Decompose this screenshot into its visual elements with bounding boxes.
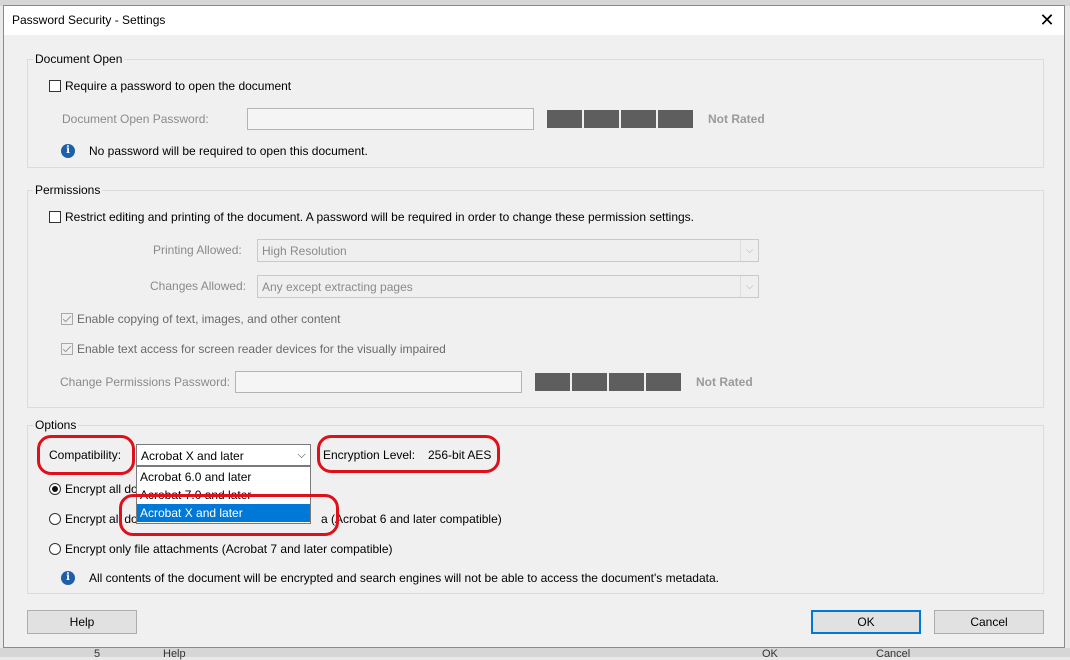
compatibility-dropdown-list: Acrobat 6.0 and later Acrobat 7.0 and la… — [136, 466, 311, 524]
encryption-level-value: 256-bit AES — [428, 448, 492, 462]
enable-copying-checkbox[interactable] — [61, 313, 73, 325]
enable-screenreader-label: Enable text access for screen reader dev… — [77, 342, 446, 356]
restrict-editing-checkbox[interactable] — [49, 211, 61, 223]
change-permissions-password-field[interactable] — [235, 371, 522, 393]
title-bar: Password Security - Settings ✕ — [4, 6, 1064, 35]
changes-allowed-select[interactable]: Any except extracting pages ⌵ — [257, 275, 759, 298]
background-window-bottom: 5 Help OK Cancel — [0, 648, 1070, 660]
chevron-down-icon: ⌵ — [297, 449, 306, 461]
compatibility-option[interactable]: Acrobat 7.0 and later — [137, 486, 310, 504]
enable-screenreader-checkbox[interactable] — [61, 343, 73, 355]
compatibility-value: Acrobat X and later — [141, 449, 244, 463]
background-ok-button: OK — [762, 648, 778, 660]
chevron-down-icon: ⌵ — [740, 240, 758, 261]
encrypt-all-except-metadata-label-start: Encrypt all do — [65, 512, 138, 526]
chevron-down-icon: ⌵ — [740, 276, 758, 297]
help-button[interactable]: Help — [27, 610, 137, 634]
encrypt-all-except-metadata-label-end: a (Acrobat 6 and later compatible) — [321, 512, 502, 526]
enable-copying-label: Enable copying of text, images, and othe… — [77, 312, 341, 326]
options-legend: Options — [33, 418, 79, 432]
info-icon: i — [61, 571, 75, 585]
permissions-password-strength-text: Not Rated — [696, 375, 753, 389]
encrypt-attachments-radio[interactable] — [49, 543, 61, 555]
changes-allowed-value: Any except extracting pages — [262, 280, 413, 294]
encrypt-attachments-label: Encrypt only file attachments (Acrobat 7… — [65, 542, 393, 556]
document-open-password-field[interactable] — [247, 108, 534, 130]
background-number: 5 — [94, 648, 101, 660]
printing-allowed-select[interactable]: High Resolution ⌵ — [257, 239, 759, 262]
require-password-checkbox[interactable] — [49, 80, 61, 92]
ok-button[interactable]: OK — [811, 610, 921, 634]
document-open-legend: Document Open — [33, 52, 125, 66]
cancel-button[interactable]: Cancel — [934, 610, 1044, 634]
document-open-password-label: Document Open Password: — [62, 112, 209, 126]
background-help-button: Help — [163, 648, 186, 660]
compatibility-select[interactable]: Acrobat X and later ⌵ — [136, 444, 311, 466]
encrypt-all-label: Encrypt all do — [65, 482, 138, 496]
compatibility-option-selected[interactable]: Acrobat X and later — [137, 504, 310, 522]
compatibility-label: Compatibility: — [49, 448, 122, 462]
close-icon[interactable]: ✕ — [1036, 9, 1058, 31]
encrypt-all-radio[interactable] — [49, 483, 61, 495]
change-permissions-password-label: Change Permissions Password: — [60, 375, 231, 389]
compatibility-option[interactable]: Acrobat 6.0 and later — [137, 468, 310, 486]
encryption-level-label: Encryption Level: — [323, 448, 416, 462]
dialog-title: Password Security - Settings — [12, 13, 166, 27]
printing-allowed-label: Printing Allowed: — [153, 243, 242, 257]
permissions-password-strength-meter — [535, 373, 681, 391]
require-password-label: Require a password to open the document — [65, 79, 292, 93]
open-password-strength-meter — [547, 110, 693, 128]
permissions-legend: Permissions — [33, 183, 103, 197]
open-password-strength-text: Not Rated — [708, 112, 765, 126]
info-icon: i — [61, 144, 75, 158]
printing-allowed-value: High Resolution — [262, 244, 347, 258]
background-cancel-button: Cancel — [876, 648, 911, 660]
encrypt-all-except-metadata-radio[interactable] — [49, 513, 61, 525]
changes-allowed-label: Changes Allowed: — [150, 279, 247, 293]
document-open-info-text: No password will be required to open thi… — [89, 144, 368, 158]
restrict-editing-label: Restrict editing and printing of the doc… — [65, 210, 695, 224]
password-security-dialog: Password Security - Settings ✕ Document … — [3, 5, 1065, 648]
options-info-text: All contents of the document will be enc… — [89, 571, 719, 585]
